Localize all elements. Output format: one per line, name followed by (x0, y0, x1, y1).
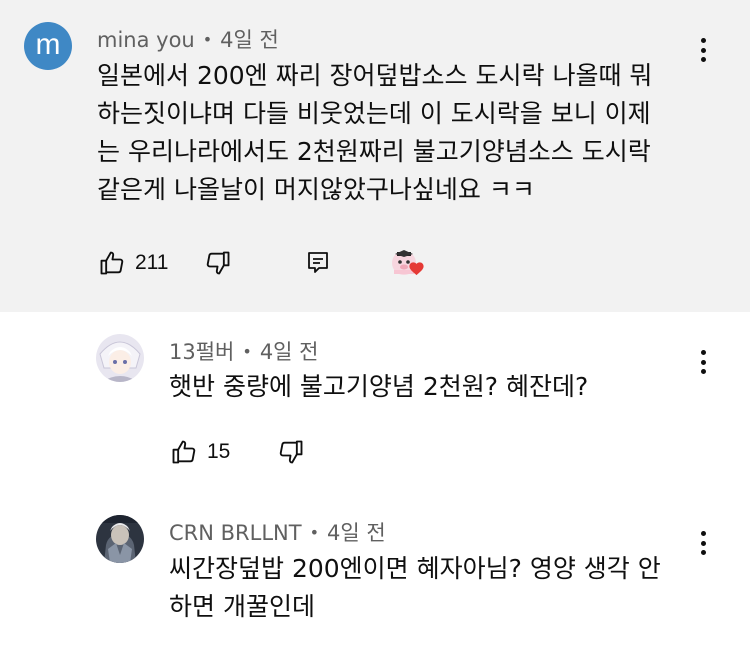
comment-text: 일본에서 200엔 짜리 장어덮밥소스 도시락 나올때 뭐 하는짓이냐며 다들 … (97, 57, 652, 209)
comment-text: 씨간장덮밥 200엔이면 혜자아님? 영양 생각 안 하면 개꿀인데 (169, 550, 661, 626)
comment-meta: 13펄버 • 4일 전 (169, 336, 319, 366)
comment-text-line: 일본에서 200엔 짜리 장어덮밥소스 도시락 나올때 뭐 (97, 61, 653, 90)
comment-meta: CRN BRLLNT • 4일 전 (169, 517, 386, 547)
separator-dot: • (202, 30, 213, 49)
more-vert-icon[interactable] (691, 347, 715, 377)
like-count: 15 (207, 440, 231, 463)
creator-heart-icon (408, 260, 425, 276)
reply-comment-icon (306, 250, 330, 276)
reply-comment: CRN BRLLNT • 4일 전 씨간장덮밥 200엔이면 혜자아님? 영양 생각… (0, 492, 750, 653)
thumbs-up-icon (169, 438, 199, 466)
author-name[interactable]: CRN BRLLNT (169, 521, 302, 545)
author-name[interactable]: mina you (97, 28, 195, 52)
thumbs-down-icon (276, 438, 306, 466)
reply-comment: 13펄버 • 4일 전 햇반 중량에 불고기양념 2천원? 혜잔데? 15 (0, 312, 750, 492)
comment-meta: mina you • 4일 전 (97, 24, 279, 54)
like-count: 211 (135, 251, 169, 274)
dislike-button[interactable] (276, 438, 306, 466)
avatar-image (96, 334, 144, 382)
comment-time[interactable]: 4일 전 (327, 521, 386, 545)
avatar-letter: m (35, 28, 61, 61)
author-name[interactable]: 13펄버 (169, 340, 234, 364)
comment-actions: 211 (97, 248, 425, 278)
like-button[interactable]: 211 (97, 249, 168, 277)
avatar[interactable] (96, 515, 144, 563)
comment-time[interactable]: 4일 전 (220, 28, 279, 52)
thumbs-down-icon (203, 249, 233, 277)
comment-text-line: 하면 개꿀인데 (169, 592, 315, 621)
comment-main: m mina you • 4일 전 일본에서 200엔 짜리 장어덮밥소스 도시락 … (0, 0, 750, 312)
comment-text-line: 하는짓이냐며 다들 비웃었는데 이 도시락을 보니 이제 (97, 99, 651, 128)
comment-time[interactable]: 4일 전 (260, 340, 319, 364)
comment-text-line: 씨간장덮밥 200엔이면 혜자아님? 영양 생각 안 (169, 554, 661, 583)
like-button[interactable]: 15 (169, 438, 230, 466)
comment-text-line: 는 우리나라에서도 2천원짜리 불고기양념소스 도시락 (97, 137, 651, 166)
reply-button[interactable] (306, 250, 330, 276)
creator-heart[interactable] (390, 248, 425, 278)
dislike-button[interactable] (203, 249, 233, 277)
separator-dot: • (242, 342, 252, 361)
comment-text: 햇반 중량에 불고기양념 2천원? 혜잔데? (169, 368, 588, 406)
comment-actions: 15 (169, 438, 306, 466)
avatar[interactable]: m (24, 22, 72, 70)
comment-text-line: 같은게 나올날이 머지않았구나싶네요 ㅋㅋ (97, 175, 535, 204)
avatar-image (96, 515, 144, 563)
more-vert-icon[interactable] (691, 528, 715, 558)
comment-text-line: 햇반 중량에 불고기양념 2천원? 혜잔데? (169, 372, 589, 401)
separator-dot: • (309, 523, 320, 542)
more-vert-icon[interactable] (691, 35, 715, 65)
avatar[interactable] (96, 334, 144, 382)
thumbs-up-icon (97, 249, 127, 277)
